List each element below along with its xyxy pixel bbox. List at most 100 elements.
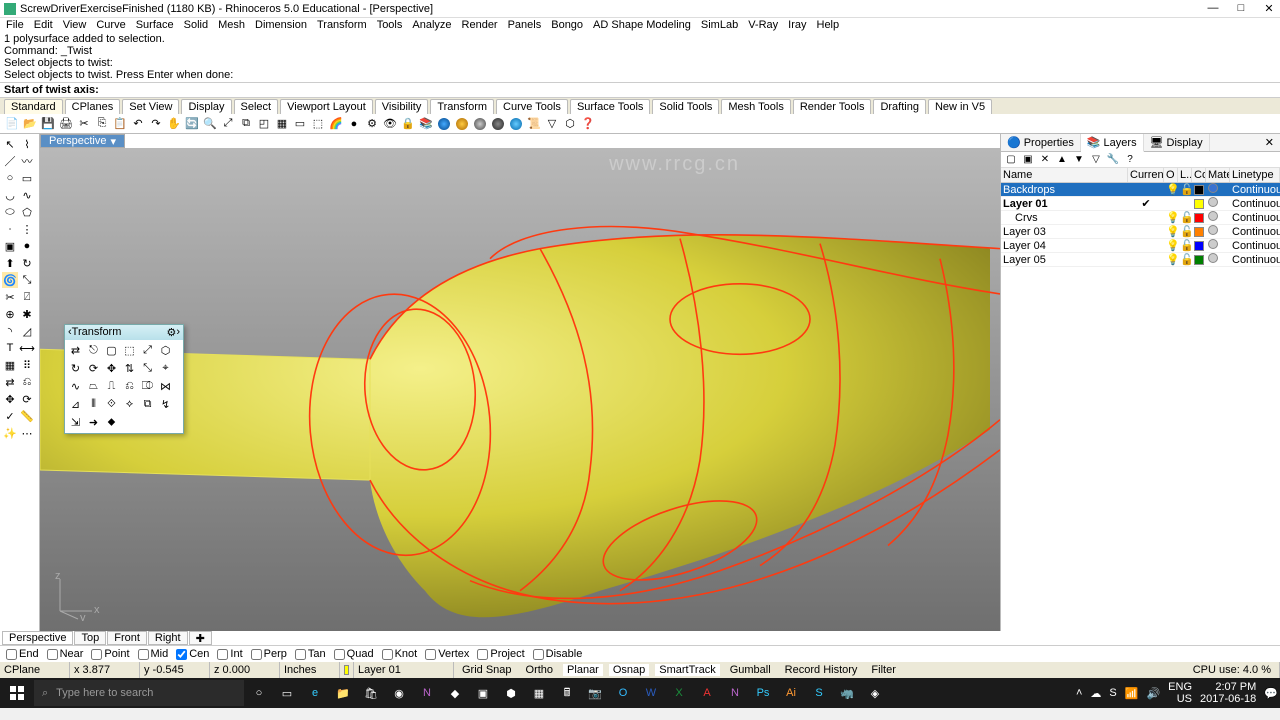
osnap-project[interactable]: Project [477, 648, 524, 660]
filter-layer-button[interactable]: ▽ [1089, 153, 1103, 167]
cortana-icon[interactable]: ○ [246, 680, 272, 706]
transform-tool-15[interactable]: ⎌ [121, 378, 138, 395]
twist-icon[interactable]: 🌀 [2, 272, 18, 288]
trim-icon[interactable]: ✂ [2, 289, 18, 305]
osnap-point[interactable]: Point [91, 648, 129, 660]
split-icon[interactable]: ⍁ [19, 289, 35, 305]
transform-tool-2[interactable]: ▢ [103, 342, 120, 359]
view-tab-right[interactable]: Right [148, 631, 188, 645]
set-cplane-button[interactable]: ⬚ [310, 116, 326, 132]
menu-help[interactable]: Help [817, 19, 840, 31]
toolbar-tab-drafting[interactable]: Drafting [873, 99, 926, 114]
osnap-end[interactable]: End [6, 648, 39, 660]
osnap-near-checkbox[interactable] [47, 649, 58, 660]
app1-icon[interactable]: ◆ [442, 680, 468, 706]
status-flag-grid-snap[interactable]: Grid Snap [458, 664, 516, 676]
toolbar-tab-transform[interactable]: Transform [430, 99, 494, 114]
sphere5-icon[interactable] [508, 116, 524, 132]
toolbar-tab-solid-tools[interactable]: Solid Tools [652, 99, 719, 114]
rotate-button[interactable]: 🔄 [184, 116, 200, 132]
view-tab-front[interactable]: Front [107, 631, 147, 645]
taskview-icon[interactable]: ▭ [274, 680, 300, 706]
toolbar-tab-cplanes[interactable]: CPlanes [65, 99, 121, 114]
calculator-icon[interactable]: 🖩 [554, 680, 580, 706]
menu-ad-shape-modeling[interactable]: AD Shape Modeling [593, 19, 691, 31]
osnap-cen-checkbox[interactable] [176, 649, 187, 660]
menu-v-ray[interactable]: V-Ray [748, 19, 778, 31]
status-cplane[interactable]: CPlane [0, 662, 70, 678]
view-tab-perspective[interactable]: Perspective [2, 631, 73, 645]
status-flag-ortho[interactable]: Ortho [522, 664, 558, 676]
onenote2-icon[interactable]: N [722, 680, 748, 706]
move-icon[interactable]: ✥ [2, 391, 18, 407]
text-icon[interactable]: T [2, 340, 18, 356]
transform-tool-18[interactable]: ⊿ [67, 396, 84, 413]
point-icon[interactable]: ∙ [2, 221, 18, 237]
new-layer-button[interactable]: ▢ [1004, 153, 1018, 167]
osnap-vertex-checkbox[interactable] [425, 649, 436, 660]
osnap-quad-checkbox[interactable] [334, 649, 345, 660]
explode-icon[interactable]: ✱ [19, 306, 35, 322]
status-flag-filter[interactable]: Filter [867, 664, 899, 676]
osnap-end-checkbox[interactable] [6, 649, 17, 660]
outlook-icon[interactable]: O [610, 680, 636, 706]
transform-tool-14[interactable]: ⎍ [103, 378, 120, 395]
transform-tool-23[interactable]: ↯ [157, 396, 174, 413]
menu-tools[interactable]: Tools [377, 19, 403, 31]
check-icon[interactable]: ✓ [2, 408, 18, 424]
transform-tool-0[interactable]: ⇄ [67, 342, 84, 359]
status-flag-osnap[interactable]: Osnap [609, 664, 649, 676]
transform-tool-16[interactable]: ⎄ [139, 378, 156, 395]
menu-simlab[interactable]: SimLab [701, 19, 738, 31]
filter-button[interactable]: ▽ [544, 116, 560, 132]
toolbar-tab-standard[interactable]: Standard [4, 99, 63, 114]
toolbar-tab-viewport-layout[interactable]: Viewport Layout [280, 99, 373, 114]
app2-icon[interactable]: ▣ [470, 680, 496, 706]
mirror-icon[interactable]: ⇄ [2, 374, 18, 390]
move-down-button[interactable]: ▼ [1072, 153, 1086, 167]
photoshop-icon[interactable]: Ps [750, 680, 776, 706]
menu-curve[interactable]: Curve [96, 19, 125, 31]
sphere3-icon[interactable] [472, 116, 488, 132]
transform-tool-5[interactable]: ⬡ [157, 342, 174, 359]
ellipse-icon[interactable]: ⬭ [2, 204, 18, 220]
transform-tool-10[interactable]: ⤡ [139, 360, 156, 377]
new-button[interactable]: 📄 [4, 116, 20, 132]
panel-close-button[interactable]: ✕ [1259, 134, 1280, 151]
tray-volume-icon[interactable]: 🔊 [1146, 687, 1160, 700]
rhino-icon[interactable]: 🦏 [834, 680, 860, 706]
osnap-tan[interactable]: Tan [295, 648, 326, 660]
gear-icon[interactable]: ⚙ [166, 326, 176, 339]
viewport-title-tab[interactable]: Perspective ▾ [40, 134, 125, 148]
layer-col-current[interactable]: Current [1128, 168, 1164, 182]
pointer-icon[interactable]: ↖ [2, 136, 18, 152]
edge-icon[interactable]: e [302, 680, 328, 706]
layer-col-name[interactable]: Name [1001, 168, 1128, 182]
osnap-int-checkbox[interactable] [217, 649, 228, 660]
layer-row-layer-03[interactable]: Layer 03💡🔓Continuous [1001, 225, 1280, 239]
options-button[interactable]: ⚙ [364, 116, 380, 132]
explorer-icon[interactable]: 📁 [330, 680, 356, 706]
move-up-button[interactable]: ▲ [1055, 153, 1069, 167]
app3-icon[interactable]: ⬢ [498, 680, 524, 706]
redo-button[interactable]: ↷ [148, 116, 164, 132]
solid-sphere-icon[interactable]: ● [19, 238, 35, 254]
panel-tab-display[interactable]: 🖥Display [1144, 134, 1210, 151]
perspective-viewport[interactable]: z x y www.rrcg.cn ‹ Transform ⚙ › ⇄⎋▢⬚⤢⬡… [40, 148, 1000, 631]
osnap-near[interactable]: Near [47, 648, 84, 660]
layers-button[interactable]: 📚 [418, 116, 434, 132]
menu-render[interactable]: Render [462, 19, 498, 31]
toolbar-tab-mesh-tools[interactable]: Mesh Tools [721, 99, 790, 114]
osnap-knot-checkbox[interactable] [382, 649, 393, 660]
transform-tool-7[interactable]: ⟳ [85, 360, 102, 377]
new-sublayer-button[interactable]: ▣ [1021, 153, 1035, 167]
transform-floating-panel[interactable]: ‹ Transform ⚙ › ⇄⎋▢⬚⤢⬡↻⟳✥⇅⤡⌖∿⏢⎍⎌⎄⋈⊿⫴⟐⟡⧉↯… [64, 324, 184, 434]
box-icon[interactable]: ▣ [2, 238, 18, 254]
revolve-icon[interactable]: ↻ [19, 255, 35, 271]
tray-wifi-icon[interactable]: 📶 [1125, 687, 1139, 700]
rotate2-icon[interactable]: ⟳ [19, 391, 35, 407]
status-flag-gumball[interactable]: Gumball [726, 664, 775, 676]
taskbar-search[interactable]: ⌕ Type here to search [34, 680, 244, 706]
fillet-icon[interactable]: ◝ [2, 323, 18, 339]
transform-tool-4[interactable]: ⤢ [139, 342, 156, 359]
